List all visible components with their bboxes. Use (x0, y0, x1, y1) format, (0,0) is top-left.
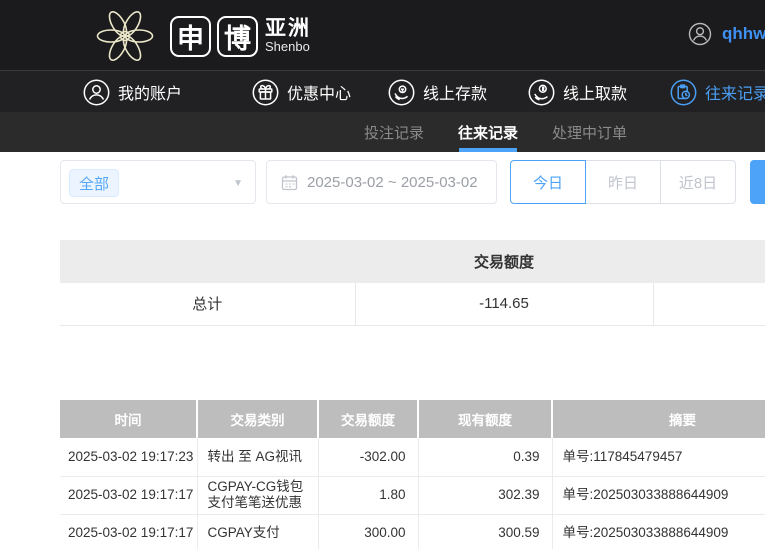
brand-char-box: 申 (170, 16, 211, 57)
nav-label: 我的账户 (118, 80, 182, 104)
summary-header-empty (653, 240, 765, 283)
col-summary: 摘要 (552, 400, 765, 438)
nav-item-online-deposit[interactable]: 线上存款 (388, 71, 487, 113)
cell-type: 转出 至 AG视讯 (197, 438, 318, 476)
brand-suffix-zh: 亚洲 (265, 18, 311, 40)
summary-total-label: 总计 (60, 283, 355, 325)
table-row: 2025-03-02 19:17:23 转出 至 AG视讯 -302.00 0.… (60, 438, 765, 476)
records-header-row: 时间 交易类别 交易额度 现有额度 摘要 (60, 400, 765, 438)
cell-amount: 300.00 (318, 514, 418, 549)
withdraw-icon (528, 79, 555, 106)
search-button[interactable] (750, 160, 765, 204)
tab-pending-orders[interactable]: 处理中订单 (552, 112, 627, 152)
table-row: 2025-03-02 19:17:17 CGPAY-CG钱包支付笔笔送优惠 1.… (60, 476, 765, 514)
brand-logo[interactable]: 申 博 亚洲 Shenbo (86, 4, 311, 68)
summary-total-value: -114.65 (355, 283, 653, 325)
tab-transaction-records[interactable]: 往来记录 (458, 112, 518, 152)
summary-header-row: 交易额度 (60, 240, 765, 283)
summary-header-empty (60, 240, 355, 283)
promo-icon (252, 79, 279, 106)
cell-summary: 单号:202503033888644909 (552, 476, 765, 514)
type-select-value[interactable]: 全部 (69, 169, 119, 197)
brand-char-box: 博 (217, 16, 258, 57)
nav-label: 往来记录 (705, 80, 765, 104)
transaction-records-page: 申 博 亚洲 Shenbo qhhw (0, 0, 765, 549)
cell-amount: 1.80 (318, 476, 418, 514)
brand-suffix-en: Shenbo (265, 40, 311, 54)
nav-item-promotions[interactable]: 优惠中心 (252, 71, 351, 113)
today-button[interactable]: 今日 (510, 160, 586, 204)
col-balance: 现有额度 (418, 400, 552, 438)
nav-label: 线上存款 (423, 80, 487, 104)
nav-item-my-account[interactable]: 我的账户 (83, 71, 182, 113)
flower-logo-icon (86, 4, 164, 68)
cell-summary: 单号:117845479457 (552, 438, 765, 476)
cell-amount: -302.00 (318, 438, 418, 476)
summary-table: 交易额度 总计 -114.65 (60, 240, 765, 326)
nav-label: 线上取款 (563, 80, 627, 104)
top-header: 申 博 亚洲 Shenbo qhhw (0, 0, 765, 70)
user-account[interactable]: qhhw (688, 22, 765, 46)
deposit-icon (388, 79, 415, 106)
date-range-input[interactable]: 2025-03-02 ~ 2025-03-02 (266, 160, 497, 204)
cell-time: 2025-03-02 19:17:17 (60, 476, 197, 514)
cell-type: CGPAY支付 (197, 514, 318, 549)
username[interactable]: qhhw (722, 24, 765, 44)
nav-label: 优惠中心 (287, 80, 351, 104)
nav-item-online-withdraw[interactable]: 线上取款 (528, 71, 627, 113)
last-8-days-button[interactable]: 近8日 (660, 160, 736, 204)
summary-header-amount: 交易额度 (355, 240, 653, 283)
type-select[interactable]: 全部 ▼ (60, 160, 256, 204)
quick-date-button-group: 今日 昨日 近8日 (510, 160, 736, 204)
records-table: 时间 交易类别 交易额度 现有额度 摘要 2025-03-02 19:17:23… (60, 400, 765, 549)
summary-total-row: 总计 -114.65 (60, 283, 765, 325)
table-row: 2025-03-02 19:17:17 CGPAY支付 300.00 300.5… (60, 514, 765, 549)
col-type: 交易类别 (197, 400, 318, 438)
cell-type: CGPAY-CG钱包支付笔笔送优惠 (197, 476, 318, 514)
date-range-value: 2025-03-02 ~ 2025-03-02 (307, 174, 478, 191)
cell-balance: 302.39 (418, 476, 552, 514)
col-amount: 交易额度 (318, 400, 418, 438)
records-icon (670, 79, 697, 106)
main-nav: 我的账户 优惠中心 线上存款 (0, 70, 765, 112)
tab-bet-records[interactable]: 投注记录 (364, 112, 424, 152)
user-avatar-icon (688, 22, 712, 46)
sub-tabs-bar: 投注记录 往来记录 处理中订单 (0, 112, 765, 152)
yesterday-button[interactable]: 昨日 (585, 160, 661, 204)
chevron-down-icon: ▼ (233, 178, 243, 189)
cell-time: 2025-03-02 19:17:17 (60, 514, 197, 549)
calendar-icon (281, 174, 298, 191)
cell-balance: 300.59 (418, 514, 552, 549)
nav-item-transaction-records[interactable]: 往来记录 (670, 71, 765, 113)
summary-empty-cell (653, 283, 765, 325)
col-time: 时间 (60, 400, 197, 438)
cell-balance: 0.39 (418, 438, 552, 476)
cell-summary: 单号:202503033888644909 (552, 514, 765, 549)
cell-time: 2025-03-02 19:17:23 (60, 438, 197, 476)
account-icon (83, 79, 110, 106)
